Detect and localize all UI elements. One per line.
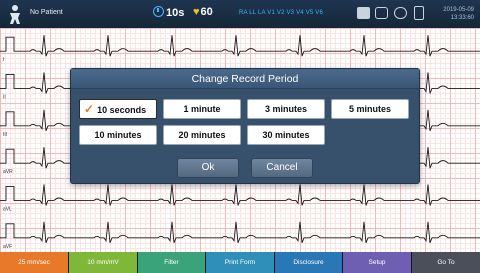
disclosure-button[interactable]: Disclosure [275,252,343,273]
lead-label: III [3,132,7,138]
timer-icon [153,6,164,17]
option-label: 1 minute [183,104,221,114]
heart-icon: ♥ [193,6,200,18]
option-10-minutes[interactable]: 10 minutes [79,125,157,145]
timer-value: 10s [166,7,185,19]
ecg-trace [0,221,480,243]
option-label: 10 seconds [97,105,147,115]
option-1-minute[interactable]: 1 minute [163,99,241,119]
bottom-toolbar: 25 mm/sec 10 mm/mV Filter Print Form Dis… [0,252,480,273]
option-10-seconds[interactable]: ✓ 10 seconds [79,99,157,119]
ecg-trace [0,35,480,57]
storage-icon[interactable] [375,7,388,19]
option-30-minutes[interactable]: 30 minutes [247,125,325,145]
gain-button[interactable]: 10 mm/mV [69,252,138,273]
dialog-title: Change Record Period [71,69,419,89]
date-time: 2019-05-09 13:33:60 [443,6,474,22]
lead-label: aVL [3,206,12,212]
print-form-button[interactable]: Print Form [206,252,275,273]
filter-button[interactable]: Filter [138,252,206,273]
lead-label: aVR [3,169,13,175]
record-timer: 10s [153,6,184,19]
option-3-minutes[interactable]: 3 minutes [247,99,325,119]
screen-icon[interactable] [357,7,370,19]
patient-icon[interactable] [6,4,24,24]
speed-button[interactable]: 25 mm/sec [0,252,69,273]
option-20-minutes[interactable]: 20 minutes [163,125,241,145]
top-status-bar: No Patient 10s ♥60 RA LL LA V1 V2 V3 V4 … [0,0,480,28]
checkmark-icon: ✓ [84,102,95,116]
option-label: 30 minutes [262,130,310,140]
change-record-period-dialog: Change Record Period ✓ 10 seconds 1 minut… [70,68,420,184]
option-label: 20 minutes [178,130,226,140]
setup-button[interactable]: Setup [343,252,412,273]
option-label: 10 minutes [94,130,142,140]
cancel-button[interactable]: Cancel [251,158,313,178]
heart-rate: ♥60 [193,6,213,18]
lead-label: II [3,94,6,100]
lead-label: aVF [3,244,12,250]
heart-rate-value: 60 [200,6,213,18]
network-icon[interactable] [394,7,407,19]
date-text: 2019-05-09 [443,7,474,13]
lead-status: RA LL LA V1 V2 V3 V4 V5 V6 [239,10,324,16]
option-label: 3 minutes [264,104,307,114]
time-text: 13:33:60 [450,15,474,21]
ecg-trace [0,184,480,206]
patient-label: No Patient [30,9,63,16]
lead-label: I [3,57,4,63]
go-to-button[interactable]: Go To [412,252,480,273]
ok-button[interactable]: Ok [177,158,239,178]
option-label: 5 minutes [348,104,391,114]
option-5-minutes[interactable]: 5 minutes [331,99,409,119]
battery-icon [414,6,424,20]
